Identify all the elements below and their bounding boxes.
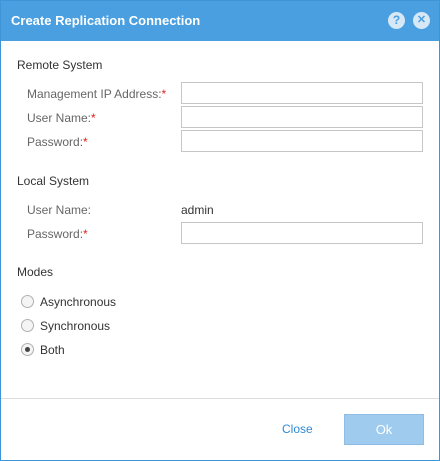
- close-icon[interactable]: ✕: [413, 12, 430, 29]
- local-username-value: admin: [181, 203, 214, 217]
- remote-username-input[interactable]: [181, 106, 423, 128]
- close-button[interactable]: Close: [282, 422, 313, 436]
- ok-button[interactable]: Ok: [344, 414, 424, 445]
- mode-option-label: Both: [40, 343, 65, 357]
- required-marker: *: [91, 111, 96, 125]
- local-username-label: User Name:: [27, 203, 92, 217]
- radio-button[interactable]: [21, 295, 34, 308]
- help-icon[interactable]: ?: [388, 12, 405, 29]
- local-password-input[interactable]: [181, 222, 423, 244]
- mode-option-label: Synchronous: [40, 319, 111, 333]
- create-replication-dialog: Create Replication Connection ? ✕ Remote…: [0, 0, 440, 461]
- remote-system-heading: Remote System: [17, 58, 103, 72]
- radio-button[interactable]: [21, 319, 34, 332]
- local-system-heading: Local System: [17, 174, 90, 188]
- radio-button-selected[interactable]: [21, 343, 34, 356]
- mode-option-label: Asynchronous: [40, 295, 117, 309]
- local-password-label: Password:*: [27, 227, 88, 241]
- management-ip-label: Management IP Address:*: [27, 87, 167, 101]
- required-marker: *: [83, 227, 88, 241]
- required-marker: *: [161, 87, 167, 101]
- footer-divider: [1, 398, 439, 399]
- remote-password-label: Password:*: [27, 135, 88, 149]
- modes-heading: Modes: [17, 265, 54, 279]
- remote-password-input[interactable]: [181, 130, 423, 152]
- dialog-title: Create Replication Connection: [11, 13, 201, 28]
- remote-username-label: User Name:*: [27, 111, 96, 125]
- management-ip-input[interactable]: [181, 82, 423, 104]
- required-marker: *: [83, 135, 88, 149]
- dialog-titlebar: Create Replication Connection ? ✕: [1, 1, 439, 41]
